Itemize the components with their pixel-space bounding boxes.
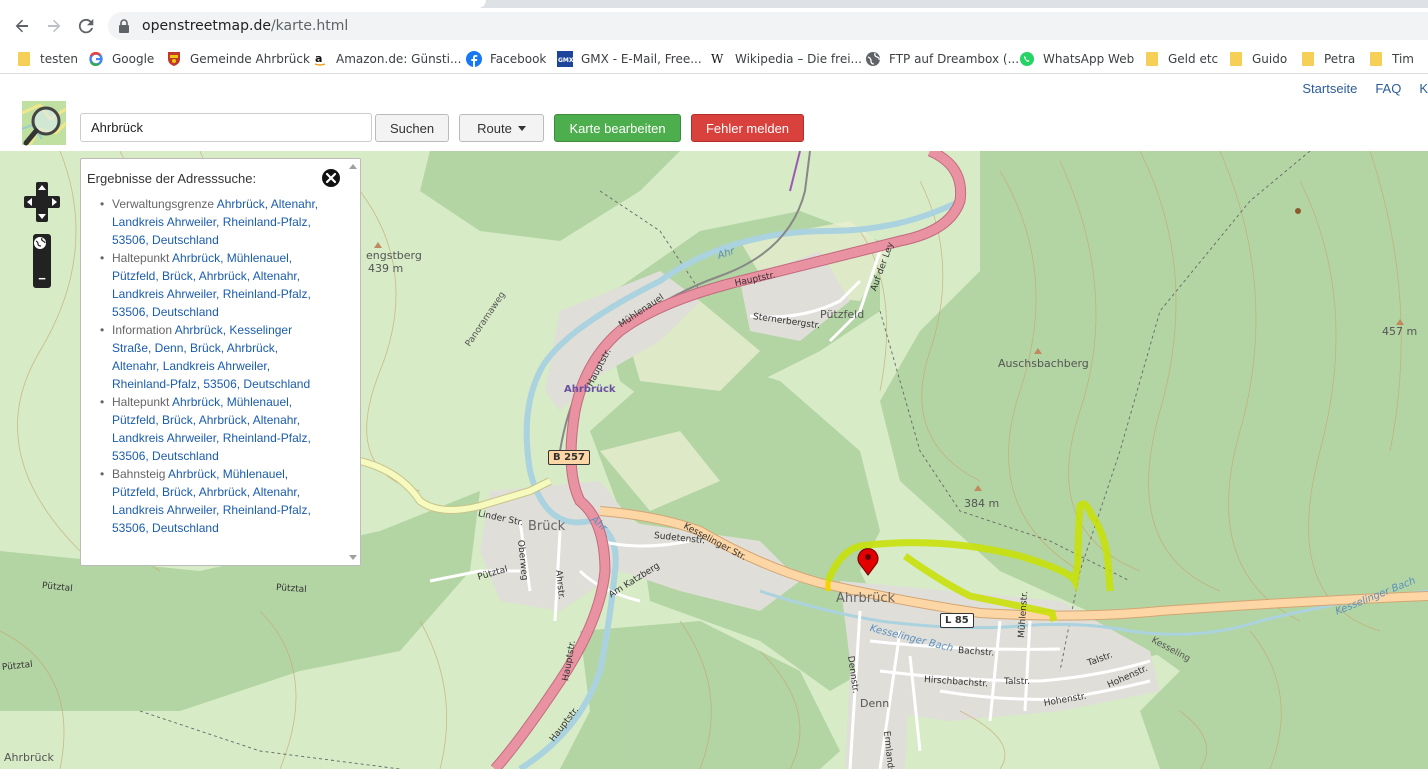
place-label-brueck: Brück	[528, 519, 566, 534]
place-label-ahrbrueck: Ahrbrück	[836, 591, 895, 606]
bookmark-geld[interactable]: Geld etc	[1144, 49, 1218, 69]
result-item[interactable]: Information Ahrbrück, Kesselinger Straße…	[91, 321, 323, 393]
bookmark-google[interactable]: Google	[88, 49, 154, 69]
search-button[interactable]: Suchen	[375, 114, 449, 142]
bookmark-tim[interactable]: Tim	[1368, 49, 1414, 69]
pan-control[interactable]	[24, 182, 60, 222]
bookmark-gmx[interactable]: GMX GMX - E-Mail, Free...	[557, 49, 702, 69]
road-shield-b257: B 257	[548, 450, 590, 465]
forward-button[interactable]	[40, 12, 68, 40]
folder-icon	[1300, 51, 1316, 67]
google-icon	[88, 51, 104, 67]
zoom-control: + −	[33, 234, 51, 288]
peak-label-457: 457 m	[1382, 325, 1418, 338]
results-list: Verwaltungsgrenze Ahrbrück, Altenahr, La…	[91, 195, 323, 537]
bookmark-testen[interactable]: testen	[16, 49, 78, 69]
place-label-puetzfeld: Pützfeld	[820, 308, 865, 321]
result-item[interactable]: Bahnsteig Ahrbrück, Mühlenauel, Pützfeld…	[91, 465, 323, 537]
report-error-button[interactable]: Fehler melden	[691, 114, 804, 142]
svg-text:a: a	[315, 52, 322, 65]
tab-strip	[0, 0, 1428, 8]
top-links: Startseite FAQ K	[1284, 81, 1428, 96]
folder-icon	[1144, 51, 1160, 67]
folder-icon	[1368, 51, 1384, 67]
bookmark-amazon[interactable]: a Amazon.de: Günsti...	[312, 49, 461, 69]
browser-toolbar: openstreetmap.de/karte.html	[0, 8, 1428, 44]
search-input[interactable]	[80, 113, 372, 142]
lock-icon	[119, 19, 129, 33]
result-marker	[857, 548, 879, 576]
pan-arrows-icon	[24, 182, 60, 222]
gmx-icon: GMX	[557, 51, 573, 67]
link-k[interactable]: K	[1419, 81, 1428, 96]
wikipedia-icon: W	[711, 51, 727, 67]
caret-down-icon	[517, 125, 526, 131]
svg-text:GMX: GMX	[558, 57, 573, 64]
result-item[interactable]: Haltepunkt Ahrbrück, Mühlenauel, Pützfel…	[91, 249, 323, 321]
folder-icon	[16, 51, 32, 67]
reload-button[interactable]	[72, 12, 100, 40]
search-results-panel: Ergebnisse der Adresssuche: Verwaltungsg…	[80, 158, 361, 566]
street-label-puetztal-2: Pützt­al	[275, 583, 308, 596]
crest-icon	[166, 51, 182, 67]
peak-label-engstberg: engstberg	[366, 249, 422, 262]
bookmark-wikipedia[interactable]: W Wikipedia – Die frei...	[711, 49, 862, 69]
bookmark-whatsapp[interactable]: WhatsApp Web	[1019, 49, 1134, 69]
route-dropdown[interactable]: Route	[459, 114, 544, 142]
facebook-icon	[466, 51, 482, 67]
bookmark-gemeinde[interactable]: Gemeinde Ahrbrück	[166, 49, 310, 69]
bookmark-facebook[interactable]: Facebook	[466, 49, 546, 69]
magnifier-logo-icon	[21, 101, 68, 146]
address-bar[interactable]: openstreetmap.de/karte.html	[108, 12, 1428, 40]
active-tab[interactable]	[0, 0, 486, 8]
result-item[interactable]: Verwaltungsgrenze Ahrbrück, Altenahr, La…	[91, 195, 323, 249]
link-startseite[interactable]: Startseite	[1302, 81, 1357, 96]
back-arrow-icon	[15, 19, 28, 33]
back-button[interactable]	[8, 12, 36, 40]
result-item[interactable]: Haltepunkt Ahrbrück, Mühlenauel, Pützfel…	[91, 393, 323, 465]
close-icon	[322, 169, 340, 187]
scroll-up-icon[interactable]	[349, 164, 357, 169]
link-faq[interactable]: FAQ	[1375, 81, 1401, 96]
whatsapp-icon	[1019, 51, 1035, 67]
bookmarks-bar: testen Google Gemeinde Ahrbrück a Amazon.…	[0, 44, 1428, 74]
site-header: Startseite FAQ K Suchen Route Karte bearbe…	[0, 75, 1428, 151]
road-shield-l85: L 85	[940, 613, 974, 628]
place-label-ahrbrueck-edge: Ahrbrück	[4, 751, 54, 764]
peak-label-auschsbachberg: Auschsbachberg	[998, 357, 1089, 370]
url-text: openstreetmap.de/karte.html	[142, 18, 349, 34]
svg-text:W: W	[711, 52, 724, 66]
results-title: Ergebnisse der Adresssuche:	[87, 171, 257, 186]
results-scrollbar[interactable]	[346, 159, 360, 565]
peak-label-439: 439 m	[368, 262, 404, 275]
bookmark-petra[interactable]: Petra	[1300, 49, 1355, 69]
street-label-talstr-1: Talstr.	[1004, 677, 1030, 687]
zoom-world-button[interactable]	[33, 237, 51, 270]
peak-label-384: 384 m	[964, 497, 1000, 510]
osm-logo[interactable]	[20, 99, 70, 152]
reload-icon	[78, 18, 94, 34]
zoom-out-button[interactable]: −	[33, 270, 51, 288]
edit-map-button[interactable]: Karte bearbeiten	[554, 114, 681, 142]
folder-icon	[1228, 51, 1244, 67]
scroll-down-icon[interactable]	[349, 555, 357, 560]
globe-icon	[34, 237, 46, 249]
amazon-icon: a	[312, 51, 328, 67]
poi-dot	[1295, 208, 1301, 214]
place-label-denn: Denn	[860, 697, 890, 710]
close-results-button[interactable]	[321, 168, 341, 188]
bookmark-guido[interactable]: Guido	[1228, 49, 1287, 69]
globe-icon	[865, 51, 881, 67]
bookmark-ftp[interactable]: FTP auf Dreambox (...	[865, 49, 1019, 69]
forward-arrow-icon	[48, 19, 61, 33]
